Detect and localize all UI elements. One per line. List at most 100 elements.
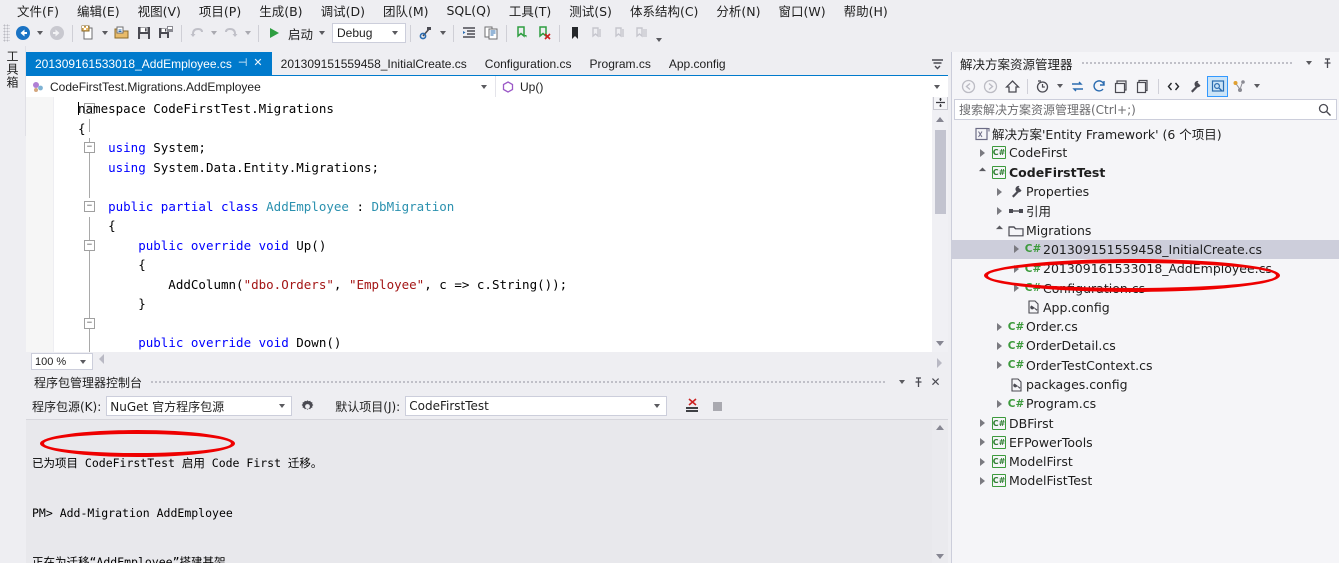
tree-item[interactable]: 解决方案'Entity Framework' (6 个项目) <box>952 124 1339 143</box>
console-scroll-up-arrow[interactable] <box>936 425 944 430</box>
save-all-icon[interactable] <box>155 22 177 44</box>
home-icon[interactable] <box>1002 76 1023 97</box>
package-source-combo[interactable]: NuGet 官方程序包源 <box>106 396 293 416</box>
scroll-right-arrow[interactable] <box>937 358 942 368</box>
tree-item[interactable]: C# EFPowerTools <box>952 433 1339 452</box>
attach-to-process-icon[interactable] <box>415 22 437 44</box>
tree-item[interactable]: C# Configuration.cs <box>952 278 1339 297</box>
pin-icon[interactable] <box>1318 54 1336 72</box>
menu-item-build[interactable]: 生成(B) <box>250 0 311 22</box>
console-scroll-down-arrow[interactable] <box>936 554 944 559</box>
menu-item-architecture[interactable]: 体系结构(C) <box>621 0 707 22</box>
search-icon[interactable] <box>1318 103 1332 117</box>
menu-item-edit[interactable]: 编辑(E) <box>68 0 129 22</box>
tree-item[interactable]: 引用 <box>952 201 1339 220</box>
menu-item-tools[interactable]: 工具(T) <box>500 0 560 22</box>
tree-item[interactable]: C# Order.cs <box>952 317 1339 336</box>
menu-item-file[interactable]: 文件(F) <box>8 0 68 22</box>
chevron-right-icon[interactable] <box>992 322 1006 331</box>
scroll-left-arrow[interactable] <box>99 354 104 364</box>
filter-dropdown-icon[interactable] <box>1057 84 1063 88</box>
clear-bookmarks-icon[interactable] <box>533 22 555 44</box>
chevron-right-icon[interactable] <box>992 206 1006 215</box>
navigate-backward-icon[interactable] <box>12 22 34 44</box>
properties-wrench-icon[interactable] <box>1185 76 1206 97</box>
tab-list-icon[interactable] <box>926 52 948 75</box>
chevron-right-icon[interactable] <box>1009 245 1023 254</box>
tab-program-cs[interactable]: Program.cs <box>581 52 660 75</box>
chevron-down-icon[interactable] <box>975 167 989 175</box>
chevron-right-icon[interactable] <box>992 187 1006 196</box>
pmc-console-output[interactable]: 已为项目 CodeFirstTest 启用 Code First 迁移。 PM>… <box>26 419 948 563</box>
window-dropdown-icon[interactable] <box>1300 54 1318 72</box>
editor-outlining-margin[interactable]: − − − − − <box>54 97 95 352</box>
pending-changes-filter-icon[interactable] <box>1032 76 1053 97</box>
chevron-right-icon[interactable] <box>975 419 989 428</box>
editor-horizontal-scrollbar[interactable] <box>95 354 946 369</box>
clear-console-icon[interactable] <box>683 396 703 416</box>
default-project-combo[interactable]: CodeFirstTest <box>405 396 668 416</box>
member-dropdown[interactable]: Up() <box>496 76 948 98</box>
menu-item-debug[interactable]: 调试(D) <box>312 0 374 22</box>
new-item-dropdown-icon[interactable] <box>102 31 108 35</box>
bookmark-icon[interactable] <box>564 22 586 44</box>
chevron-right-icon[interactable] <box>975 438 989 447</box>
chevron-right-icon[interactable] <box>975 457 989 466</box>
increase-indent-icon[interactable] <box>458 22 480 44</box>
start-debug-label[interactable]: 启动 <box>285 24 316 43</box>
toolbox-tab[interactable]: 工具箱 <box>0 46 26 136</box>
menu-item-test[interactable]: 测试(S) <box>560 0 621 22</box>
chevron-down-icon[interactable] <box>992 225 1006 233</box>
tree-item[interactable]: C# CodeFirst <box>952 143 1339 162</box>
gear-icon[interactable] <box>297 396 317 416</box>
scroll-up-arrow[interactable] <box>936 117 944 122</box>
tree-item[interactable]: C# 201309161533018_AddEmployee.cs <box>952 259 1339 278</box>
comment-selection-icon[interactable] <box>480 22 502 44</box>
scroll-thumb[interactable] <box>935 130 946 214</box>
close-icon[interactable]: ✕ <box>927 374 944 391</box>
class-view-icon[interactable] <box>1229 76 1250 97</box>
tab-201309151559458-initialcreate[interactable]: 201309151559458_InitialCreate.cs <box>272 52 476 75</box>
tab-app-config[interactable]: App.config <box>660 52 735 75</box>
sync-with-active-document-icon[interactable] <box>1067 76 1088 97</box>
navigate-backward-dropdown-icon[interactable] <box>37 31 43 35</box>
zoom-level-combo[interactable]: 100 % <box>31 353 93 370</box>
editor-vertical-scrollbar[interactable] <box>932 97 948 352</box>
tree-item[interactable]: App.config <box>952 298 1339 317</box>
start-debug-icon[interactable] <box>263 22 285 44</box>
tree-item[interactable]: packages.config <box>952 375 1339 394</box>
chevron-right-icon[interactable] <box>975 476 989 485</box>
tree-item[interactable]: C# CodeFirstTest <box>952 163 1339 182</box>
code-editor[interactable]: − − − − − namespace CodeFirstTest.Migrat… <box>26 97 948 352</box>
chevron-right-icon[interactable] <box>992 399 1006 408</box>
tree-item[interactable]: Properties <box>952 182 1339 201</box>
view-code-icon[interactable] <box>1163 76 1184 97</box>
undo-dropdown-icon[interactable] <box>211 31 217 35</box>
close-icon[interactable]: ✕ <box>253 58 262 69</box>
start-debug-dropdown-icon[interactable] <box>319 31 326 35</box>
tree-item[interactable]: C# Program.cs <box>952 394 1339 413</box>
solution-configuration-combo[interactable]: Debug <box>332 23 407 43</box>
se-toolbar-overflow-icon[interactable] <box>1254 84 1260 88</box>
open-file-icon[interactable] <box>111 22 133 44</box>
menu-item-sql[interactable]: SQL(Q) <box>438 1 500 20</box>
type-dropdown[interactable]: CodeFirstTest.Migrations.AddEmployee <box>26 75 496 98</box>
tree-item[interactable]: C# OrderTestContext.cs <box>952 356 1339 375</box>
tree-item[interactable]: Migrations <box>952 220 1339 239</box>
save-icon[interactable] <box>133 22 155 44</box>
attach-dropdown-icon[interactable] <box>440 31 447 35</box>
chevron-right-icon[interactable] <box>992 341 1006 350</box>
new-item-icon[interactable] <box>77 22 99 44</box>
tree-item[interactable]: C# ModelFirst <box>952 452 1339 471</box>
pin-icon[interactable]: ⊣ <box>238 58 248 69</box>
menu-item-team[interactable]: 团队(M) <box>374 0 438 22</box>
console-vertical-scrollbar[interactable] <box>932 420 948 563</box>
pin-icon[interactable] <box>910 374 927 391</box>
tree-item[interactable]: C# ModelFistTest <box>952 471 1339 490</box>
refresh-icon[interactable] <box>1089 76 1110 97</box>
menu-item-window[interactable]: 窗口(W) <box>770 0 835 22</box>
chevron-right-icon[interactable] <box>1009 264 1023 273</box>
tree-item[interactable]: C# 201309151559458_InitialCreate.cs <box>952 239 1339 260</box>
chevron-right-icon[interactable] <box>975 148 989 157</box>
tree-item[interactable]: C# DBFirst <box>952 413 1339 432</box>
